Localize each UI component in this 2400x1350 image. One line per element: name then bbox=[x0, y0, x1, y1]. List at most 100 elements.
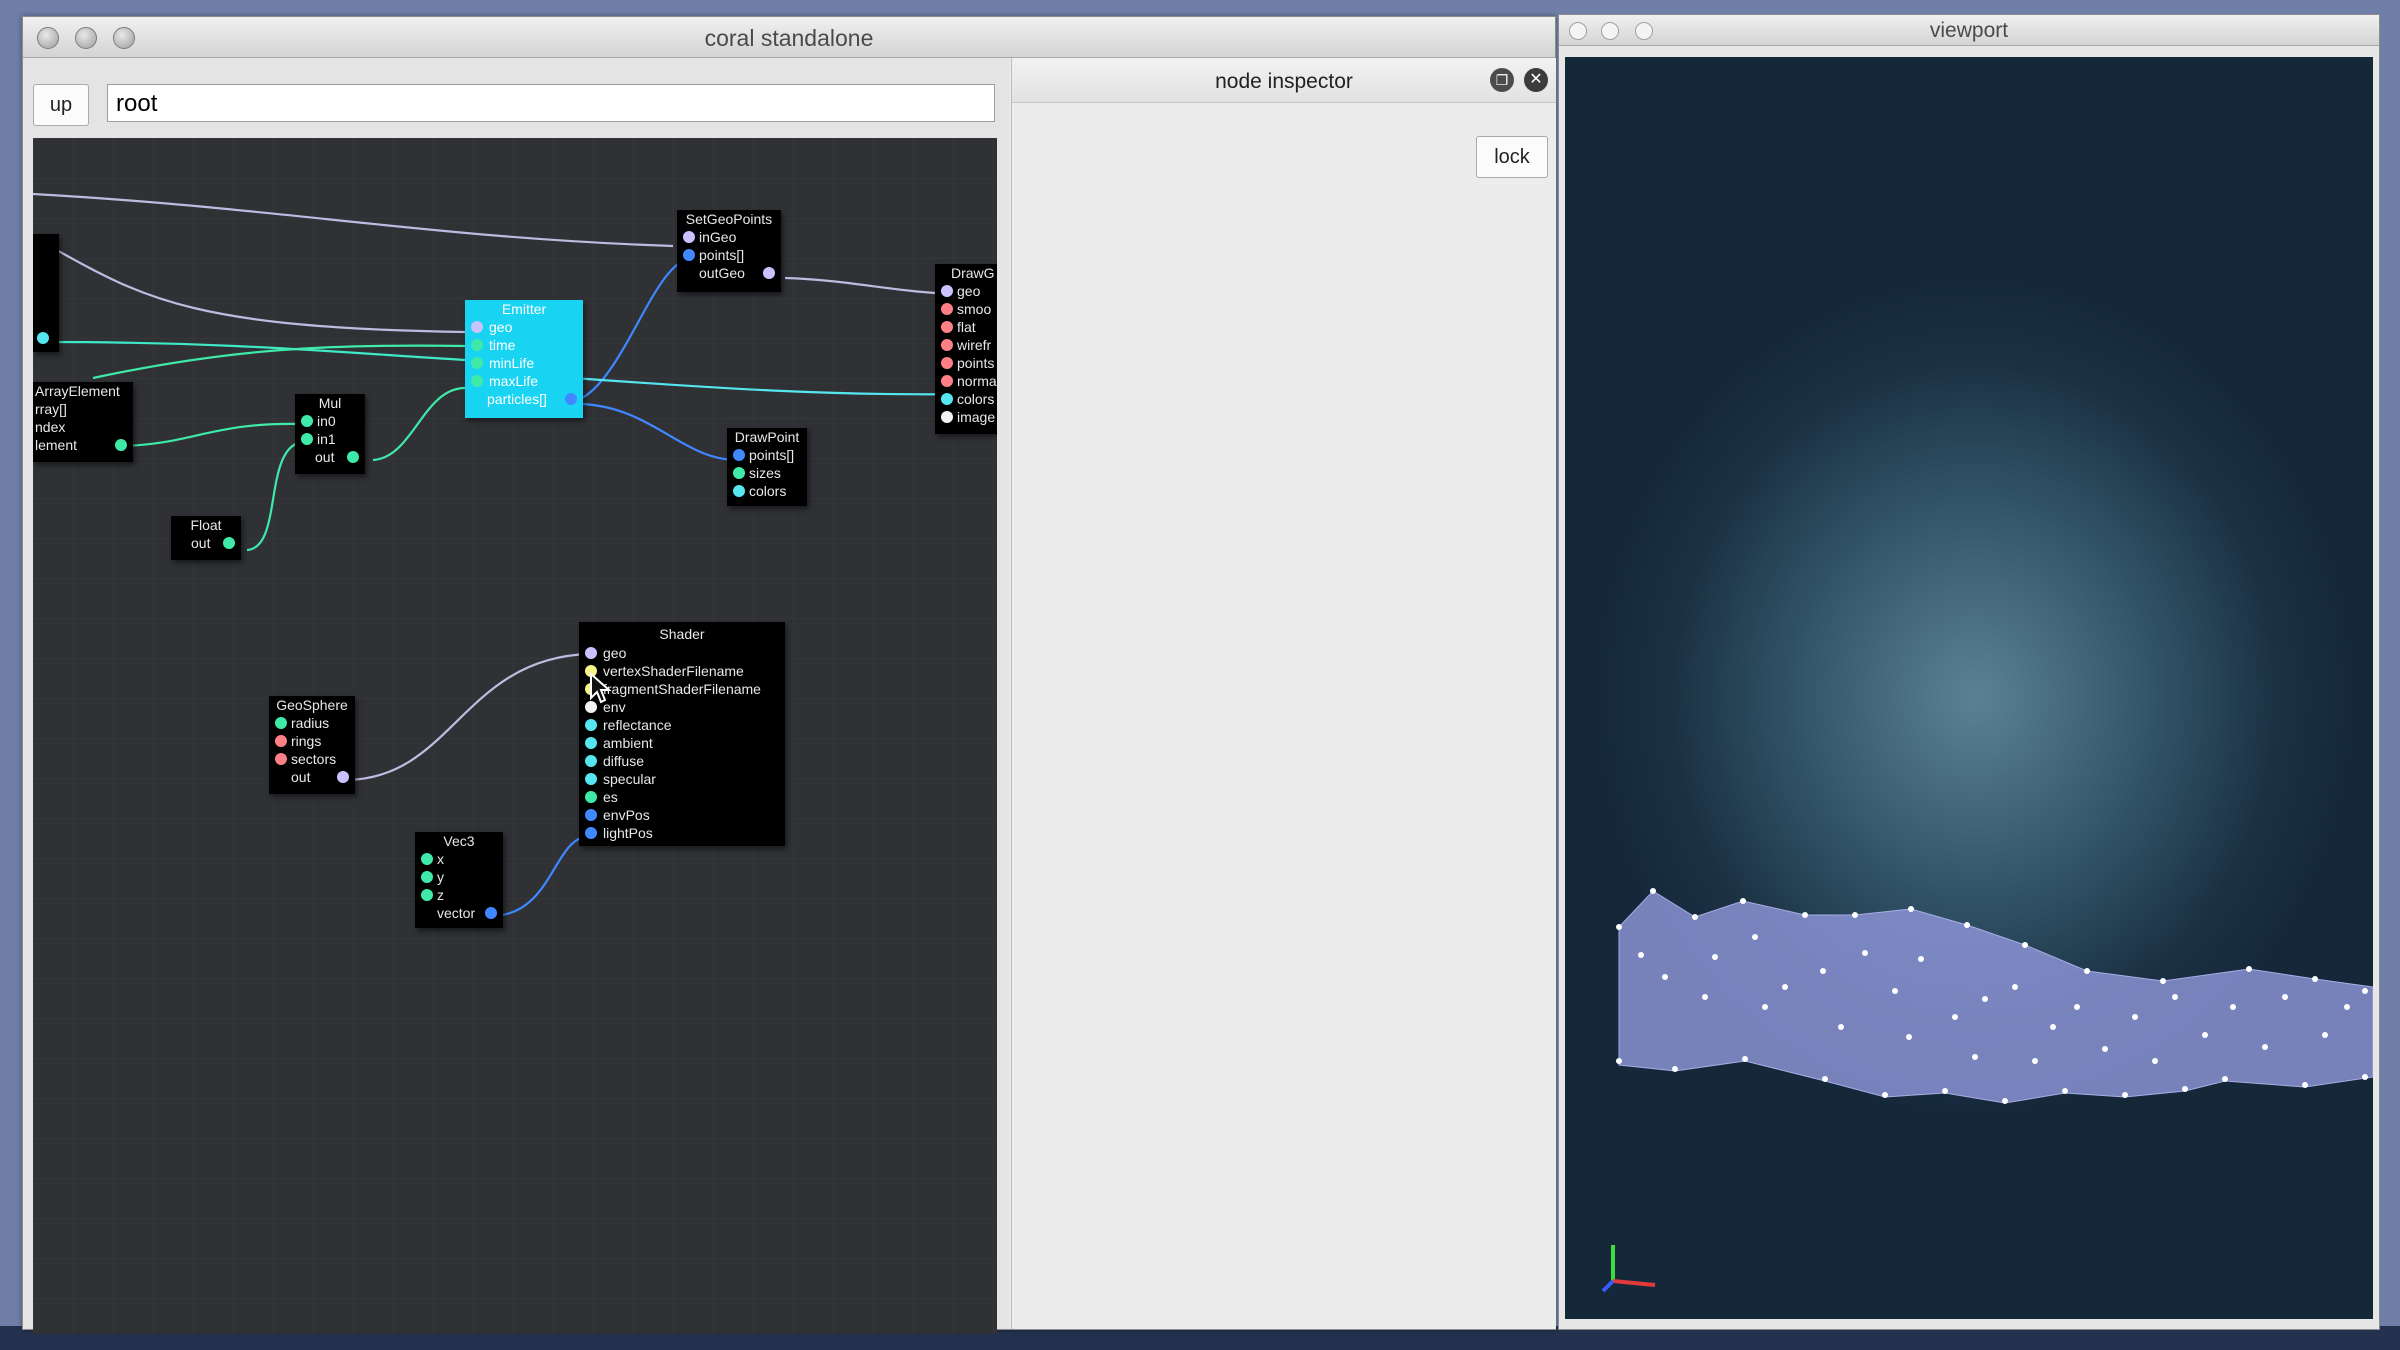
axis-gizmo-icon bbox=[1601, 1245, 1656, 1293]
node-mul[interactable]: Mul in0 in1 out bbox=[295, 394, 365, 474]
node-drawgeo[interactable]: DrawG geo smoo flat wirefr points norma … bbox=[935, 264, 997, 434]
port-label: sectors bbox=[291, 751, 337, 767]
wire bbox=[92, 344, 466, 380]
wire bbox=[582, 402, 738, 462]
node-title: Vec3 bbox=[443, 833, 475, 849]
port-dot[interactable] bbox=[763, 267, 775, 279]
port-label: y bbox=[437, 869, 444, 885]
port-dot[interactable] bbox=[941, 375, 953, 387]
port-label: smoo bbox=[957, 301, 992, 317]
port-label: z bbox=[437, 887, 444, 903]
port-dot[interactable] bbox=[733, 485, 745, 497]
main-titlebar[interactable]: coral standalone bbox=[23, 17, 1555, 58]
port-dot[interactable] bbox=[37, 332, 49, 344]
port-label: points[] bbox=[699, 247, 745, 263]
port-dot[interactable] bbox=[585, 737, 597, 749]
port-label: colors bbox=[957, 391, 995, 407]
port-label: geo bbox=[489, 319, 513, 335]
wire bbox=[572, 256, 694, 404]
port-dot[interactable] bbox=[941, 339, 953, 351]
port-label: reflectance bbox=[603, 717, 672, 733]
node-vec3[interactable]: Vec3 x y z vector bbox=[415, 832, 503, 928]
port-dot[interactable] bbox=[485, 907, 497, 919]
port-dot[interactable] bbox=[585, 647, 597, 659]
port-dot[interactable] bbox=[421, 889, 433, 901]
port-dot[interactable] bbox=[585, 809, 597, 821]
port-label: out bbox=[191, 535, 211, 551]
port-dot[interactable] bbox=[301, 415, 313, 427]
node-title: DrawPoint bbox=[734, 429, 800, 445]
node-drawpoint[interactable]: DrawPoint points[] sizes colors bbox=[727, 428, 807, 506]
port-dot[interactable] bbox=[471, 339, 483, 351]
float-window-icon[interactable]: ❐ bbox=[1490, 68, 1514, 92]
3d-viewport[interactable] bbox=[1565, 57, 2373, 1319]
inspector-title: node inspector bbox=[1215, 70, 1353, 93]
port-label: maxLife bbox=[489, 373, 539, 389]
node-emitter[interactable]: Emitter geo time minLife maxLife particl… bbox=[465, 300, 583, 418]
port-dot[interactable] bbox=[347, 451, 359, 463]
node-shader[interactable]: Shader geo vertexShaderFilename fragment… bbox=[579, 622, 785, 846]
port-dot[interactable] bbox=[585, 791, 597, 803]
port-dot[interactable] bbox=[585, 755, 597, 767]
wire bbox=[572, 376, 966, 396]
node-setgeopoints[interactable]: SetGeoPoints inGeo points[] outGeo bbox=[677, 210, 781, 292]
port-dot[interactable] bbox=[471, 357, 483, 369]
port-label: points[] bbox=[749, 447, 795, 463]
port-dot[interactable] bbox=[275, 735, 287, 747]
node-arrayelement[interactable]: ArrayElement rray[] ndex lement bbox=[33, 382, 133, 462]
port-dot[interactable] bbox=[941, 285, 953, 297]
node-title: SetGeoPoints bbox=[685, 211, 773, 227]
node-title: Mul bbox=[318, 395, 342, 411]
port-dot[interactable] bbox=[941, 321, 953, 333]
port-dot[interactable] bbox=[471, 375, 483, 387]
node-title: ArrayElement bbox=[35, 383, 120, 399]
port-dot[interactable] bbox=[421, 871, 433, 883]
port-label: ndex bbox=[35, 419, 66, 435]
wire bbox=[246, 440, 302, 552]
port-dot[interactable] bbox=[585, 827, 597, 839]
port-dot[interactable] bbox=[585, 773, 597, 785]
port-dot[interactable] bbox=[683, 231, 695, 243]
port-dot[interactable] bbox=[941, 411, 953, 423]
port-label: in0 bbox=[317, 413, 336, 429]
port-dot[interactable] bbox=[275, 717, 287, 729]
port-dot[interactable] bbox=[421, 853, 433, 865]
port-dot[interactable] bbox=[565, 393, 577, 405]
node-offscreen[interactable] bbox=[33, 234, 59, 352]
lock-button[interactable]: lock bbox=[1476, 136, 1548, 178]
node-title: Emitter bbox=[501, 301, 547, 317]
port-dot[interactable] bbox=[941, 303, 953, 315]
port-label: particles[] bbox=[487, 391, 547, 407]
port-label: envPos bbox=[603, 807, 650, 823]
port-dot[interactable] bbox=[733, 449, 745, 461]
port-label: lement bbox=[35, 437, 78, 453]
path-field[interactable]: root bbox=[107, 84, 995, 122]
node-float[interactable]: Float out bbox=[171, 516, 241, 560]
up-button[interactable]: up bbox=[33, 84, 89, 126]
port-dot[interactable] bbox=[941, 357, 953, 369]
node-title: GeoSphere bbox=[276, 697, 348, 713]
viewport-title: viewport bbox=[1929, 19, 2009, 42]
node-graph-canvas[interactable]: SetGeoPoints inGeo points[] outGeo DrawG… bbox=[33, 138, 997, 1334]
port-label: colors bbox=[749, 483, 787, 499]
port-dot[interactable] bbox=[115, 439, 127, 451]
port-dot[interactable] bbox=[683, 249, 695, 261]
node-geosphere[interactable]: GeoSphere radius rings sectors out bbox=[269, 696, 355, 794]
port-dot[interactable] bbox=[733, 467, 745, 479]
node-title: Shader bbox=[659, 626, 705, 642]
port-dot[interactable] bbox=[223, 537, 235, 549]
port-dot[interactable] bbox=[471, 321, 483, 333]
port-label: lightPos bbox=[603, 825, 653, 841]
port-dot[interactable] bbox=[337, 771, 349, 783]
node-title: Float bbox=[190, 517, 222, 533]
close-icon[interactable]: ✕ bbox=[1524, 68, 1548, 92]
port-label: fragmentShaderFilename bbox=[603, 681, 761, 697]
port-dot[interactable] bbox=[585, 719, 597, 731]
port-label: norma bbox=[957, 373, 997, 389]
port-dot[interactable] bbox=[301, 433, 313, 445]
viewport-titlebar[interactable]: viewport bbox=[1559, 15, 2379, 46]
port-dot[interactable] bbox=[275, 753, 287, 765]
port-dot[interactable] bbox=[941, 393, 953, 405]
main-window: coral standalone up root SetGeoPoints in… bbox=[22, 16, 1556, 1334]
mouse-pointer-icon bbox=[590, 672, 612, 704]
